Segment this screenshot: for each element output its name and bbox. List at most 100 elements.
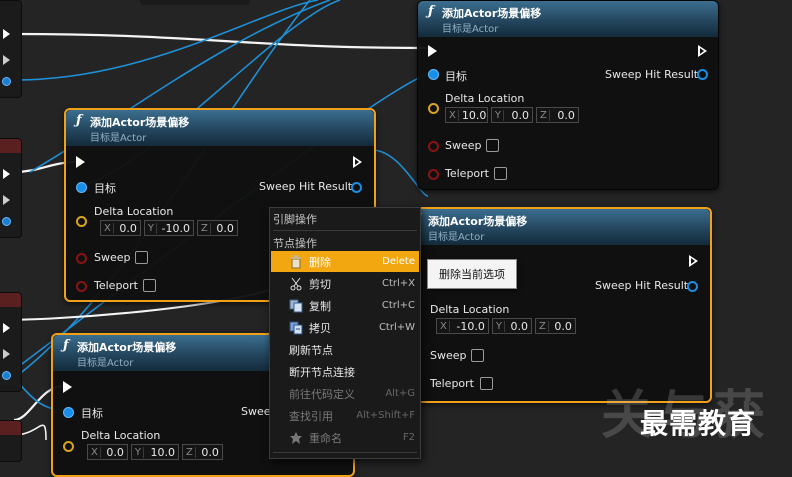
tooltip: 删除当前选项 — [427, 259, 517, 289]
node-subtitle: 目标是Actor — [77, 358, 134, 369]
exec-pin-icon[interactable] — [3, 169, 10, 179]
exec-in-pin-icon[interactable] — [428, 45, 437, 57]
teleport-pin-icon[interactable] — [76, 281, 87, 292]
x-field[interactable]: X -10.0 — [436, 318, 489, 334]
stub-node[interactable] — [0, 420, 22, 462]
blueprint-node[interactable]: ƒ 添加Actor场景偏移 目标是Actor 目标 Sweep Hit Resu… — [417, 0, 719, 190]
menu-separator — [273, 452, 417, 453]
delta-location-vector: X -10.0 Y 0.0 Z 0.0 — [436, 318, 576, 334]
menu-item-goto-code-definition[interactable]: 前往代码定义 Alt+G — [271, 383, 419, 404]
object-pin-icon[interactable] — [2, 217, 11, 226]
teleport-pin-icon[interactable] — [428, 169, 439, 180]
teleport-label: Teleport — [445, 167, 489, 180]
z-field[interactable]: Z 0.0 — [196, 220, 238, 236]
sweep-checkbox[interactable] — [486, 139, 499, 152]
menu-item-copy[interactable]: 复制 Ctrl+C — [271, 295, 419, 316]
teleport-checkbox[interactable] — [480, 377, 493, 390]
z-field[interactable]: Z 0.0 — [534, 318, 576, 334]
function-icon: ƒ — [76, 113, 82, 128]
duplicate-icon — [288, 320, 304, 336]
exec-in-pin-icon[interactable] — [63, 381, 72, 393]
sweep-pin-icon[interactable] — [76, 253, 87, 264]
node-subtitle: 目标是Actor — [90, 133, 147, 144]
menu-item-refresh-nodes[interactable]: 刷新节点 — [271, 339, 419, 360]
y-field[interactable]: Y 0.0 — [491, 318, 532, 334]
menu-header-pin-actions: 引脚操作 — [273, 213, 317, 226]
node-title: 添加Actor场景偏移 — [77, 341, 177, 354]
stub-node-top — [140, 0, 250, 5]
node-title-bar[interactable]: ƒ 添加Actor场景偏移 目标是Actor — [404, 209, 710, 245]
menu-item-break-node-links[interactable]: 断开节点连接 — [271, 361, 419, 382]
object-pin-icon[interactable] — [2, 371, 11, 380]
exec-pin-icon[interactable] — [3, 349, 10, 359]
sweep-checkbox[interactable] — [135, 251, 148, 264]
delta-location-label: Delta Location — [94, 205, 174, 218]
function-icon: ƒ — [428, 4, 434, 19]
delta-location-pin-icon[interactable] — [76, 216, 87, 227]
x-field[interactable]: X 10.0 — [445, 107, 488, 123]
delta-location-label: Delta Location — [445, 92, 525, 105]
node-title: 添加Actor场景偏移 — [428, 215, 528, 228]
sweep-label: Sweep — [94, 251, 131, 264]
z-field[interactable]: Z 0.0 — [535, 107, 579, 123]
exec-pin-icon[interactable] — [3, 323, 10, 333]
sweep-hit-result-label: Swee — [241, 405, 271, 418]
menu-item-duplicate[interactable]: 拷贝 Ctrl+W — [271, 317, 419, 338]
target-pin-icon[interactable] — [76, 182, 87, 193]
node-title-bar[interactable]: ƒ 添加Actor场景偏移 目标是Actor — [66, 110, 374, 146]
cut-icon — [288, 276, 304, 292]
menu-item-delete[interactable]: 删除 Delete — [271, 251, 419, 272]
teleport-checkbox[interactable] — [494, 167, 507, 180]
menu-separator — [273, 230, 417, 231]
target-label: 目标 — [94, 182, 116, 195]
delta-location-pin-icon[interactable] — [63, 441, 74, 452]
sweep-hit-result-label: Sweep Hit Result — [595, 279, 689, 292]
stub-header — [0, 139, 21, 153]
exec-out-pin-icon[interactable] — [353, 156, 362, 168]
stub-node[interactable] — [0, 138, 22, 238]
teleport-label: Teleport — [94, 279, 138, 292]
sweep-hit-result-pin-icon[interactable] — [687, 281, 698, 292]
y-field[interactable]: Y -10.0 — [143, 220, 194, 236]
sweep-hit-result-pin-icon[interactable] — [351, 182, 362, 193]
rename-icon — [288, 430, 304, 446]
exec-in-pin-icon[interactable] — [76, 156, 85, 168]
delta-location-pin-icon[interactable] — [428, 103, 439, 114]
menu-item-find-references[interactable]: 查找引用 Alt+Shift+F — [271, 405, 419, 426]
target-pin-icon[interactable] — [63, 407, 74, 418]
stub-node[interactable] — [0, 292, 22, 392]
exec-pin-icon[interactable] — [3, 195, 10, 205]
delta-location-vector: X 10.0 Y 0.0 Z 0.0 — [445, 107, 579, 123]
teleport-label: Teleport — [430, 377, 474, 390]
node-subtitle: 目标是Actor — [428, 232, 485, 243]
menu-section-node-actions: 节点操作 — [273, 237, 317, 250]
y-field[interactable]: Y 0.0 — [490, 107, 533, 123]
sweep-hit-result-label: Sweep Hit Result — [259, 180, 353, 193]
node-title: 添加Actor场景偏移 — [90, 116, 190, 129]
x-field[interactable]: X 0.0 — [100, 220, 141, 236]
menu-item-cut[interactable]: 剪切 Ctrl+X — [271, 273, 419, 294]
sweep-label: Sweep — [430, 349, 467, 362]
exec-out-pin-icon[interactable] — [689, 255, 698, 267]
sweep-hit-result-label: Sweep Hit Result — [605, 68, 699, 81]
exec-pin-icon[interactable] — [3, 29, 10, 39]
target-label: 目标 — [445, 70, 467, 83]
sweep-pin-icon[interactable] — [428, 141, 439, 152]
stub-node[interactable] — [0, 0, 22, 98]
menu-item-rename[interactable]: 重命名 F2 — [271, 427, 419, 448]
exec-out-pin-icon[interactable] — [698, 45, 707, 57]
stub-header — [0, 421, 21, 435]
node-title: 添加Actor场景偏移 — [442, 7, 542, 20]
delta-location-vector: X 0.0 Y -10.0 Z 0.0 — [100, 220, 238, 236]
context-menu: 引脚操作 节点操作 删除 Delete 剪切 Ctrl+X 复制 Ctrl+C … — [269, 207, 421, 459]
teleport-checkbox[interactable] — [143, 279, 156, 292]
exec-pin-icon[interactable] — [3, 55, 10, 65]
object-pin-icon[interactable] — [2, 77, 11, 86]
sweep-label: Sweep — [445, 139, 482, 152]
target-pin-icon[interactable] — [428, 69, 439, 80]
delta-location-label: Delta Location — [430, 303, 510, 316]
sweep-hit-result-pin-icon[interactable] — [697, 69, 708, 80]
node-title-bar[interactable]: ƒ 添加Actor场景偏移 目标是Actor — [418, 1, 718, 37]
sweep-checkbox[interactable] — [471, 349, 484, 362]
node-subtitle: 目标是Actor — [442, 24, 499, 35]
